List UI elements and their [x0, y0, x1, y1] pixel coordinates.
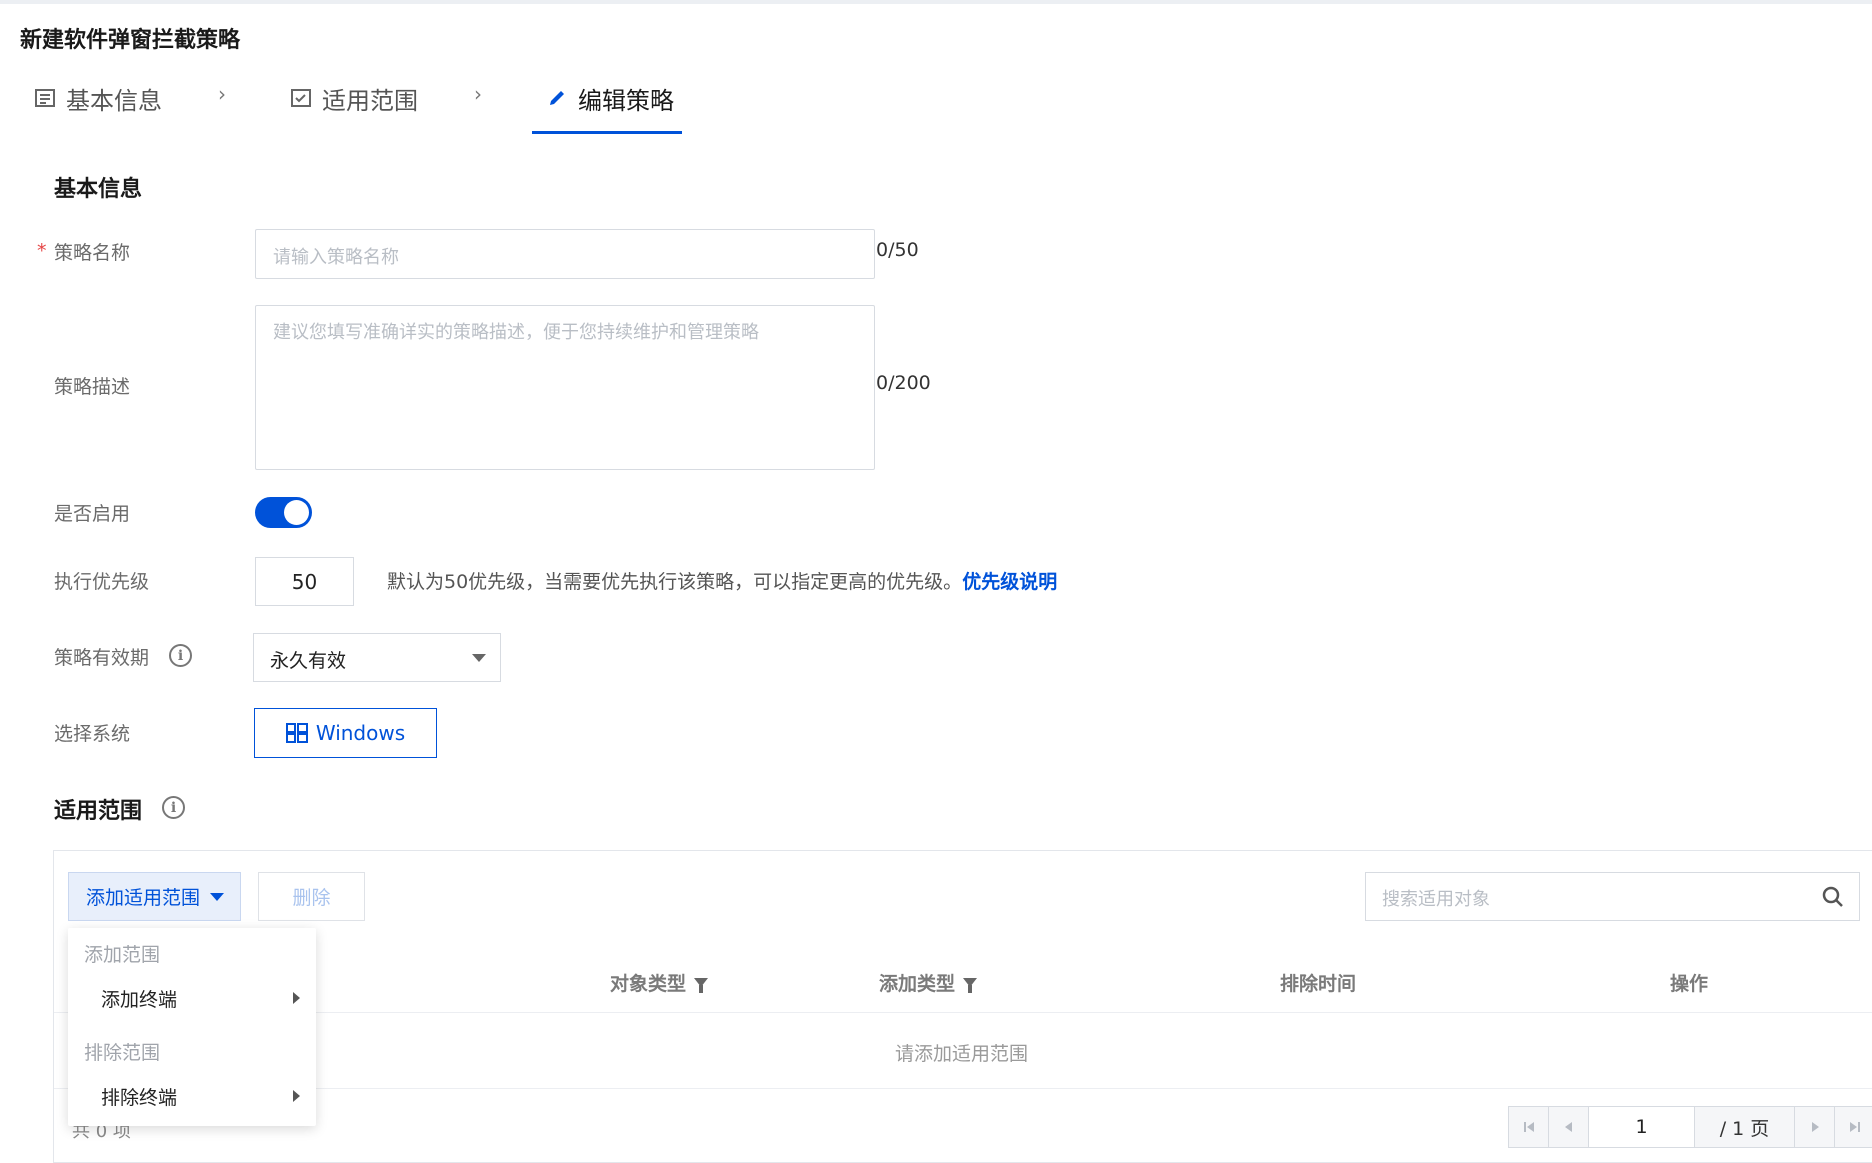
column-label: 操作: [1670, 973, 1709, 995]
page-title: 新建软件弹窗拦截策略: [20, 28, 241, 53]
step-label: 编辑策略: [578, 86, 674, 115]
priority-hint: 默认为50优先级，当需要优先执行该策略，可以指定更高的优先级。优先级说明: [387, 567, 1057, 594]
next-page-icon: [1811, 1122, 1819, 1132]
caret-down-icon: [210, 892, 225, 901]
validity-value: 永久有效: [270, 650, 347, 672]
policy-name-input[interactable]: 请输入策略名称: [255, 229, 875, 279]
required-mark: *: [37, 240, 47, 262]
column-object-type[interactable]: 对象类型: [610, 969, 709, 996]
validity-select[interactable]: 永久有效: [253, 633, 501, 682]
caret-down-icon: [472, 654, 486, 662]
add-scope-button[interactable]: 添加适用范围: [68, 872, 241, 921]
enable-toggle[interactable]: [255, 497, 312, 528]
top-divider: [0, 0, 1872, 4]
last-page-button[interactable]: [1835, 1107, 1872, 1147]
column-add-type[interactable]: 添加类型: [879, 969, 978, 996]
search-placeholder: 搜索适用对象: [1382, 889, 1490, 910]
last-page-icon: [1850, 1122, 1860, 1132]
step-basic-info[interactable]: 基本信息: [34, 80, 162, 116]
active-step-indicator: [532, 131, 682, 134]
column-exclude-time: 排除时间: [1280, 969, 1356, 996]
prev-page-button[interactable]: [1549, 1107, 1589, 1147]
caret-right-icon: [293, 992, 300, 1004]
page-total: / 1 页: [1695, 1107, 1795, 1147]
table-empty-text: 请添加适用范围: [895, 1043, 1029, 1065]
policy-name-label: 策略名称: [54, 242, 131, 264]
delete-button[interactable]: 删除: [258, 872, 365, 921]
caret-right-icon: [293, 1090, 300, 1102]
next-page-button[interactable]: [1795, 1107, 1835, 1147]
add-scope-dropdown: 添加范围 添加终端 排除范围 排除终端: [68, 928, 316, 1126]
step-label: 基本信息: [66, 86, 162, 115]
dropdown-item-exclude-terminal[interactable]: 排除终端: [68, 1074, 316, 1118]
section-title-basic-info: 基本信息: [54, 177, 143, 202]
prev-page-icon: [1564, 1122, 1572, 1132]
policy-desc-counter: 0/200: [876, 372, 931, 394]
windows-button-label: Windows: [315, 721, 406, 745]
filter-icon[interactable]: [963, 978, 978, 993]
priority-help-link[interactable]: 优先级说明: [962, 571, 1057, 593]
policy-desc-label: 策略描述: [54, 376, 131, 398]
priority-label: 执行优先级: [54, 571, 150, 593]
step-label: 适用范围: [322, 86, 418, 115]
table-bottom-divider: [54, 1088, 1872, 1089]
validity-label: 策略有效期: [54, 647, 150, 669]
priority-input[interactable]: 50: [255, 557, 354, 606]
info-icon[interactable]: i: [169, 644, 192, 667]
column-label: 添加类型: [879, 973, 956, 995]
dropdown-group-add: 添加范围: [84, 944, 161, 966]
policy-desc-textarea[interactable]: 建议您填写准确详实的策略描述，便于您持续维护和管理策略: [255, 305, 875, 470]
chevron-right-icon: ›: [218, 82, 226, 106]
section-title-scope: 适用范围: [54, 799, 143, 824]
column-label: 对象类型: [610, 973, 687, 995]
dropdown-item-label: 排除终端: [101, 1086, 178, 1109]
pencil-icon: [546, 87, 568, 109]
first-page-icon: [1523, 1122, 1534, 1132]
table-header-divider: [54, 1012, 1872, 1013]
column-label: 排除时间: [1280, 973, 1357, 995]
list-icon: [34, 87, 56, 109]
add-scope-label: 添加适用范围: [86, 887, 201, 909]
scope-search-input[interactable]: 搜索适用对象: [1365, 872, 1860, 921]
policy-name-counter: 0/50: [876, 239, 919, 261]
dropdown-item-add-terminal[interactable]: 添加终端: [68, 976, 316, 1020]
policy-desc-placeholder: 建议您填写准确详实的策略描述，便于您持续维护和管理策略: [273, 322, 759, 343]
search-icon[interactable]: [1821, 885, 1845, 909]
toggle-knob: [284, 500, 309, 525]
policy-name-placeholder: 请输入策略名称: [273, 247, 399, 268]
filter-icon[interactable]: [694, 978, 709, 993]
system-label: 选择系统: [54, 723, 131, 745]
checklist-icon: [290, 87, 312, 109]
step-scope[interactable]: 适用范围: [290, 80, 418, 116]
dropdown-group-exclude: 排除范围: [84, 1042, 161, 1064]
column-actions: 操作: [1670, 969, 1708, 996]
priority-hint-text: 默认为50优先级，当需要优先执行该策略，可以指定更高的优先级。: [387, 571, 963, 593]
enable-label: 是否启用: [54, 503, 131, 525]
step-edit-policy[interactable]: 编辑策略: [546, 80, 674, 116]
info-icon[interactable]: i: [162, 796, 185, 819]
pagination: 1 / 1 页: [1508, 1106, 1872, 1148]
windows-icon: [285, 723, 308, 743]
windows-system-button[interactable]: Windows: [254, 708, 437, 758]
first-page-button[interactable]: [1509, 1107, 1549, 1147]
dropdown-item-label: 添加终端: [101, 988, 178, 1011]
page-number-input[interactable]: 1: [1589, 1107, 1695, 1147]
chevron-right-icon: ›: [474, 82, 482, 106]
